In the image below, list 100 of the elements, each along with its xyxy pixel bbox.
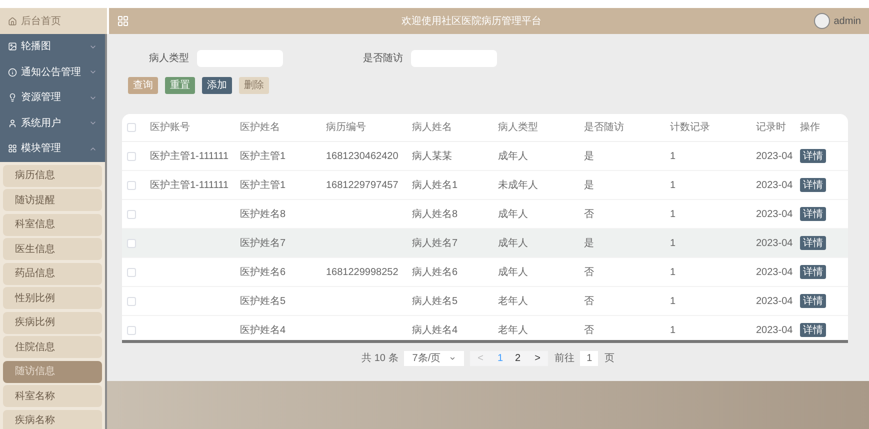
picture-icon [8, 42, 17, 52]
table-cell: 1 [670, 296, 676, 306]
table-cell: 病人姓名8 [412, 208, 458, 220]
table-cell: 病人姓名1 [412, 180, 458, 190]
table-cell: 2023-04 [756, 266, 793, 278]
table-cell: 病人姓名4 [412, 324, 458, 336]
table-cell: 1681229797457 [326, 180, 398, 190]
table-cell: 医护主管1 [240, 180, 286, 190]
table-cell: 是 [584, 150, 594, 162]
grid-icon [8, 144, 17, 154]
table-cell: 是 [584, 238, 594, 248]
menu-group[interactable]: 轮播图 [0, 34, 105, 60]
chevron-down-icon [448, 355, 456, 362]
checkbox[interactable] [127, 152, 136, 160]
submenu-item[interactable]: 疾病名称 [3, 410, 102, 429]
home-icon [8, 16, 17, 26]
details-button[interactable]: 详情 [800, 178, 826, 192]
user-name: admin [834, 14, 861, 28]
details-button[interactable]: 详情 [800, 265, 826, 279]
table-cell: 医护姓名8 [240, 208, 286, 220]
table-cell: 医护主管1-111111 [150, 150, 229, 162]
column-header: 病历编号 [326, 120, 367, 135]
submenu-item[interactable]: 科室名称 [3, 385, 102, 407]
table-row[interactable]: 医护姓名7 病人姓名7 成年人 是 1 2023-04 详情 [122, 229, 848, 258]
table-cell: 成年人 [498, 266, 528, 278]
details-button[interactable]: 详情 [800, 236, 826, 250]
details-button[interactable]: 详情 [800, 294, 826, 308]
checkbox[interactable] [127, 268, 136, 276]
details-button[interactable]: 详情 [800, 207, 826, 221]
column-header: 操作 [800, 121, 821, 135]
submenu-item[interactable]: 科室信息 [3, 214, 102, 236]
add-button[interactable]: 添加 [202, 77, 232, 94]
table-cell: 病人姓名6 [412, 266, 458, 278]
page-number[interactable]: 2 [509, 351, 527, 366]
table-cell: 医护主管1-111111 [150, 180, 229, 190]
table-cell: 老年人 [498, 296, 528, 306]
table-cell: 1681229998252 [326, 266, 398, 278]
table-cell: 否 [584, 266, 594, 278]
table-cell: 否 [584, 324, 594, 336]
home-link[interactable]: 后台首页 [0, 8, 107, 34]
table-cell: 医护姓名4 [240, 324, 286, 336]
submenu-item[interactable]: 性别比例 [3, 287, 102, 309]
column-header: 病人姓名 [412, 120, 453, 135]
details-button[interactable]: 详情 [800, 323, 826, 337]
menu-group[interactable]: 模块管理 [0, 136, 105, 162]
table-cell: 2023-04 [756, 180, 793, 190]
table-cell: 病人姓名5 [412, 296, 458, 306]
column-header: 病人类型 [498, 120, 539, 135]
table-cell: 医护姓名5 [240, 296, 286, 306]
menu-group[interactable]: 系统用户 [0, 110, 105, 136]
menu-group[interactable]: 资源管理 [0, 85, 105, 110]
page-unit: 页 [604, 352, 614, 366]
checkbox[interactable] [127, 238, 136, 248]
submenu-item[interactable]: 病历信息 [3, 164, 102, 186]
column-header: 是否随访 [584, 120, 625, 135]
filter-label: 病人类型 [149, 52, 189, 66]
table-cell: 否 [584, 208, 594, 220]
table-cell: 1 [670, 150, 676, 162]
info-icon [8, 68, 17, 77]
table-cell: 未成年人 [498, 180, 538, 190]
table-cell: 病人某某 [412, 150, 452, 162]
checkbox[interactable] [127, 123, 136, 132]
details-button[interactable]: 详情 [800, 149, 826, 163]
table-cell: 2023-04 [756, 238, 793, 248]
table-cell: 1 [670, 238, 676, 248]
submenu-item[interactable]: 随访提醒 [3, 189, 102, 211]
next-page-button[interactable]: > [526, 351, 548, 366]
user-icon [8, 118, 17, 128]
table-cell: 是 [584, 180, 594, 190]
table-cell: 否 [584, 296, 594, 306]
menu-group[interactable]: 通知公告管理 [0, 60, 105, 85]
table-cell: 2023-04 [756, 296, 793, 306]
header-title: 欢迎使用社区医院病历管理平台 [400, 14, 542, 28]
table-cell: 2023-04 [756, 150, 793, 162]
submenu-item[interactable]: 住院信息 [3, 336, 102, 358]
table-cell: 成年人 [498, 150, 528, 162]
table-cell: 1 [670, 180, 676, 190]
table-cell: 医护姓名6 [240, 266, 286, 278]
goto-page-field[interactable]: 1 [580, 351, 598, 366]
lightbulb-icon [8, 93, 17, 102]
column-header: 医护账号 [150, 120, 191, 135]
table-cell: 1 [670, 208, 676, 220]
table-cell: 成年人 [498, 238, 528, 248]
table-cell: 1 [670, 324, 676, 336]
checkbox[interactable] [127, 326, 136, 334]
avatar-icon [814, 13, 830, 29]
column-header: 计数记录 [670, 120, 711, 135]
reset-button[interactable]: 重置 [165, 77, 195, 94]
checkbox[interactable] [127, 210, 136, 218]
page-size-select[interactable]: 7条/页 [404, 351, 464, 366]
table-cell: 2023-04 [756, 208, 793, 220]
goto-label: 前往 [554, 352, 574, 366]
checkbox[interactable] [127, 296, 136, 306]
table-cell: 1 [670, 266, 676, 278]
checkbox[interactable] [127, 180, 136, 190]
submenu-item[interactable]: 医生信息 [3, 238, 102, 260]
submenu-item[interactable]: 药品信息 [3, 262, 102, 284]
table-cell: 病人姓名7 [412, 238, 458, 248]
menu-icon[interactable] [117, 15, 129, 27]
submenu-item[interactable]: 疾病比例 [3, 312, 102, 334]
